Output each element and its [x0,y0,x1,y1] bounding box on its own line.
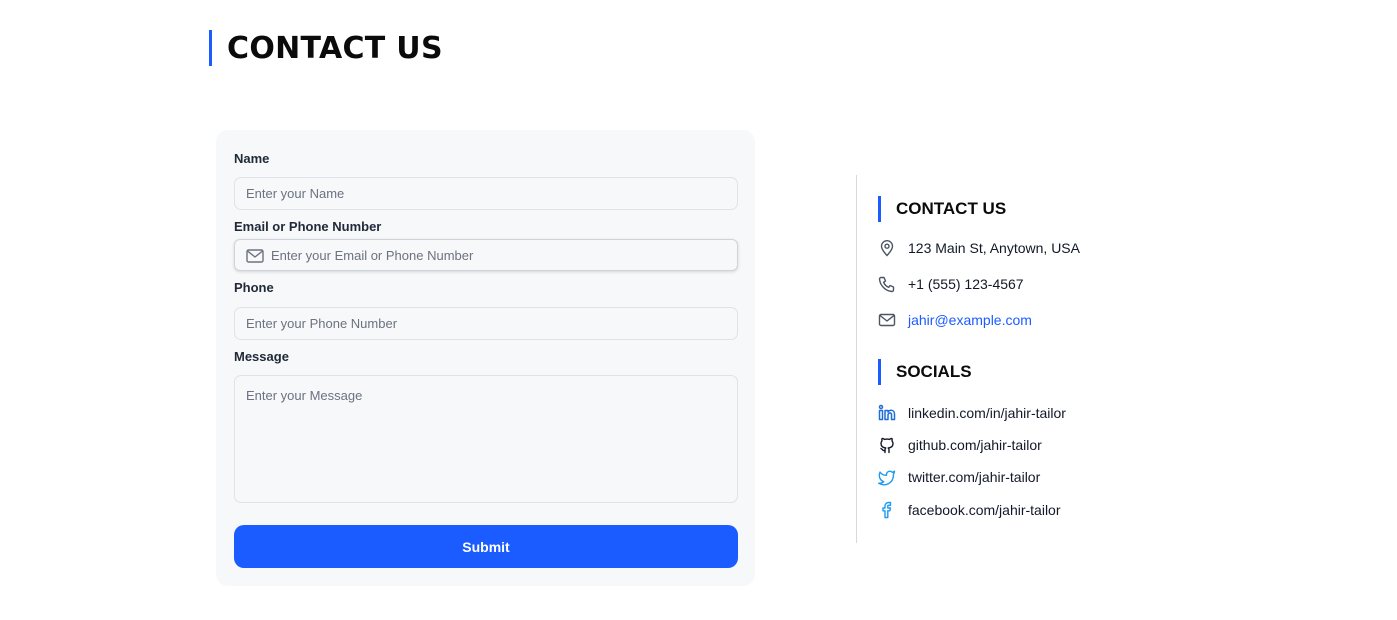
github-icon [878,436,896,454]
socials-heading: SOCIALS [878,359,972,385]
name-label: Name [234,151,270,166]
social-link-facebook[interactable]: facebook.com/jahir-tailor [878,501,1061,519]
linkedin-icon [878,404,896,422]
github-text: github.com/jahir-tailor [908,437,1042,453]
message-label: Message [234,349,289,364]
map-pin-icon [878,239,896,257]
phone-text: +1 (555) 123-4567 [908,276,1024,292]
submit-button[interactable]: Submit [234,525,738,568]
phone-icon [878,275,896,293]
contact-page: CONTACT US Name Email or Phone Number Ph… [0,0,1397,620]
page-title: CONTACT US [209,30,443,66]
email-field[interactable] [234,239,738,271]
phone-input[interactable] [234,307,738,340]
message-textarea[interactable] [234,375,738,503]
mail-icon [246,249,264,263]
linkedin-text: linkedin.com/in/jahir-tailor [908,405,1066,421]
email-label: Email or Phone Number [234,219,382,234]
social-link-twitter[interactable]: twitter.com/jahir-tailor [878,468,1040,486]
social-link-github[interactable]: github.com/jahir-tailor [878,436,1042,454]
twitter-text: twitter.com/jahir-tailor [908,469,1041,485]
social-link-linkedin[interactable]: linkedin.com/in/jahir-tailor [878,404,1066,422]
twitter-icon [878,468,896,486]
phone-row: +1 (555) 123-4567 [878,275,1024,293]
email-input[interactable] [271,240,731,270]
contact-form: Name Email or Phone Number Phone Message… [216,130,755,586]
address-text: 123 Main St, Anytown, USA [908,240,1080,256]
name-input[interactable] [234,177,738,210]
mail-icon [878,311,896,329]
contact-heading: CONTACT US [878,196,1006,222]
email-row: jahir@example.com [878,311,1032,329]
facebook-icon [878,501,896,519]
address-row: 123 Main St, Anytown, USA [878,239,1080,257]
contact-info-panel: CONTACT US 123 Main St, Anytown, USA +1 … [856,175,1156,543]
facebook-text: facebook.com/jahir-tailor [908,502,1061,518]
email-link[interactable]: jahir@example.com [908,312,1032,328]
phone-label: Phone [234,280,274,295]
